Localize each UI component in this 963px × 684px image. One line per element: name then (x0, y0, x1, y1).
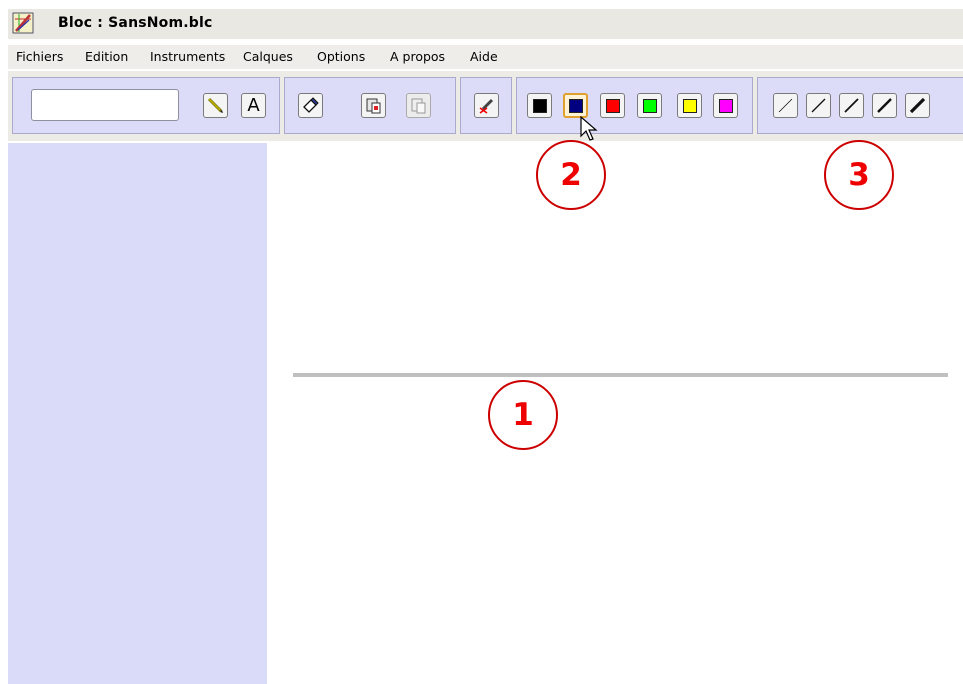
menu-edition[interactable]: Edition (85, 49, 128, 64)
menu-bar: Fichiers Edition Instruments Calques Opt… (8, 45, 963, 69)
line-width-3-icon (844, 98, 859, 113)
title-bar: Bloc : SansNom.blc (8, 8, 963, 39)
eraser-button[interactable] (298, 93, 323, 118)
menu-aide[interactable]: Aide (470, 49, 498, 64)
toolbar: A (8, 71, 963, 141)
color-swatch-black (532, 98, 547, 113)
line-width-4-icon (877, 98, 892, 113)
line-width-2-button[interactable] (806, 93, 831, 118)
color-red-button[interactable] (600, 93, 625, 118)
color-green-button[interactable] (637, 93, 662, 118)
window-title: Bloc : SansNom.blc (58, 15, 213, 31)
drawing-canvas[interactable] (267, 143, 963, 684)
menu-instruments[interactable]: Instruments (150, 49, 225, 64)
pencil-button[interactable] (203, 93, 228, 118)
toolbar-group-edit (284, 77, 456, 134)
paste-disabled-button[interactable] (406, 93, 431, 118)
toolbar-group-text: A (12, 77, 280, 134)
color-yellow-button[interactable] (677, 93, 702, 118)
paste-icon (366, 98, 381, 114)
side-panel (8, 143, 267, 684)
color-swatch-yellow (682, 98, 697, 113)
menu-fichiers[interactable]: Fichiers (16, 49, 63, 64)
color-black-button[interactable] (527, 93, 552, 118)
line-width-1-button[interactable] (773, 93, 798, 118)
paste-disabled-icon (411, 98, 426, 114)
line-width-2-icon (811, 98, 826, 113)
text-input[interactable] (31, 89, 179, 121)
color-navy-button[interactable] (563, 93, 588, 118)
toolbar-group-line-widths (757, 77, 963, 134)
paste-button[interactable] (361, 93, 386, 118)
color-swatch-green (642, 98, 657, 113)
color-swatch-magenta (718, 98, 733, 113)
line-width-5-button[interactable] (905, 93, 930, 118)
callout-2: 2 (536, 140, 606, 210)
line-width-5-icon (909, 97, 926, 114)
color-magenta-button[interactable] (713, 93, 738, 118)
color-swatch-red (605, 98, 620, 113)
clear-marker-icon (479, 98, 494, 114)
menu-a-propos[interactable]: A propos (390, 49, 445, 64)
clear-button[interactable] (474, 93, 499, 118)
drawn-line (293, 373, 948, 377)
menu-options[interactable]: Options (317, 49, 365, 64)
toolbar-group-clear (460, 77, 512, 134)
text-icon: A (247, 95, 260, 116)
drawing-app-icon (12, 12, 34, 34)
menu-calques[interactable]: Calques (243, 49, 293, 64)
pencil-icon (207, 97, 223, 113)
line-width-3-button[interactable] (839, 93, 864, 118)
text-tool-button[interactable]: A (241, 93, 266, 118)
callout-3: 3 (824, 140, 894, 210)
callout-1: 1 (488, 380, 558, 450)
toolbar-group-colors (516, 77, 753, 134)
color-swatch-navy (568, 98, 583, 113)
eraser-icon (303, 97, 319, 113)
line-width-4-button[interactable] (872, 93, 897, 118)
line-width-1-icon (778, 98, 793, 113)
